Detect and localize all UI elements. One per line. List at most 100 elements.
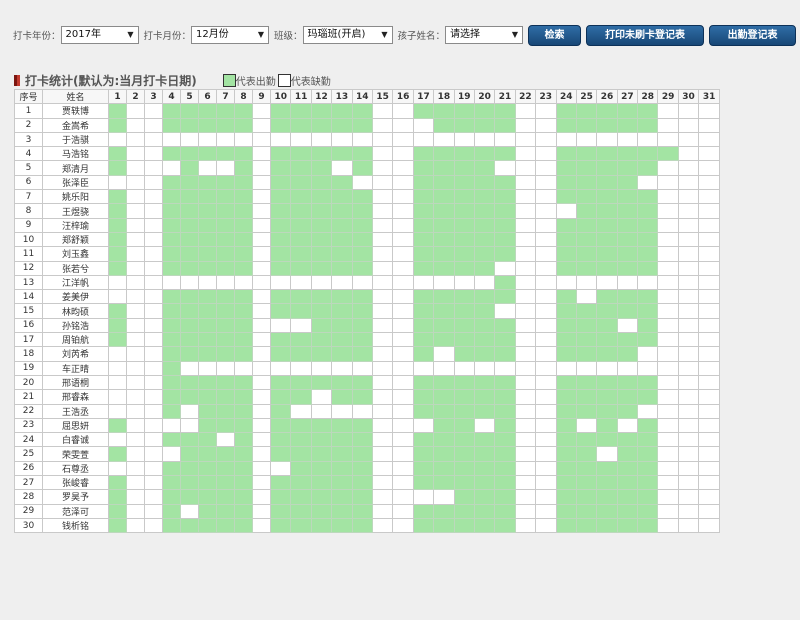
attendance-cell-present (180, 332, 200, 348)
attendance-cell-present (234, 432, 254, 448)
attendance-cell-present (310, 117, 333, 133)
attendance-cell-present (412, 446, 435, 462)
attendance-cell-absent (514, 317, 537, 334)
attendance-cell-absent (252, 460, 272, 477)
attendance-cell-absent (392, 217, 414, 233)
search-button[interactable]: 检索 (528, 24, 582, 46)
attendance-cell-present (453, 503, 475, 519)
attendance-cell-present (575, 217, 598, 233)
attendance-cell-absent (677, 374, 700, 391)
attendance-cell-present (310, 146, 333, 162)
attendance-cell-present (198, 446, 218, 462)
attendance-cell-absent (514, 189, 537, 205)
attendance-cell-present (494, 189, 516, 205)
attendance-cell-present (180, 517, 200, 534)
attendance-cell-absent (514, 260, 537, 276)
day-header: 18 (433, 88, 455, 105)
attendance-cell-absent (433, 274, 455, 291)
attendance-cell-absent (473, 131, 496, 148)
attendance-cell-absent (392, 503, 414, 519)
attendance-cell-present (198, 231, 218, 248)
header-name: 姓名 (42, 88, 110, 105)
attendance-cell-present (198, 517, 218, 534)
child-select[interactable]: 请选择 ▼ (445, 26, 524, 44)
attendance-cell-present (180, 231, 200, 248)
attendance-cell-absent (144, 146, 164, 162)
day-header: 16 (392, 88, 414, 105)
attendance-cell-present (494, 489, 516, 505)
attendance-cell-absent (677, 346, 700, 362)
attendance-cell-absent (351, 360, 374, 376)
attendance-cell-present (216, 217, 236, 233)
print-unswiped-button[interactable]: 打印未刷卡登记表 (586, 24, 705, 46)
attendance-register-button[interactable]: 出勤登记表 (709, 24, 797, 46)
attendance-cell-absent (677, 503, 700, 519)
attendance-cell-present (473, 174, 496, 191)
month-select[interactable]: 12月份 ▼ (191, 26, 270, 44)
attendance-cell-absent (677, 103, 700, 119)
attendance-cell-absent (698, 432, 720, 448)
attendance-cell-present (290, 203, 312, 219)
attendance-cell-absent (657, 446, 679, 462)
attendance-cell-present (575, 517, 598, 534)
attendance-cell-present (453, 317, 475, 334)
attendance-cell-absent (698, 346, 720, 362)
attendance-cell-present (473, 203, 496, 219)
attendance-cell-present (494, 517, 516, 534)
attendance-cell-present (180, 217, 200, 233)
attendance-cell-present (108, 246, 128, 262)
row-index: 7 (13, 189, 44, 205)
attendance-cell-present (637, 432, 659, 448)
attendance-cell-absent (535, 160, 557, 176)
attendance-cell-absent (371, 360, 394, 376)
attendance-cell-present (473, 489, 496, 505)
month-label: 打卡月份： (143, 31, 192, 42)
attendance-cell-present (494, 246, 516, 262)
attendance-cell-absent (677, 303, 700, 319)
attendance-cell-present (453, 146, 475, 162)
attendance-cell-absent (180, 131, 200, 148)
attendance-cell-absent (514, 103, 537, 119)
attendance-cell-present (616, 217, 639, 233)
attendance-cell-absent (575, 417, 598, 434)
year-select[interactable]: 2017年 ▼ (60, 26, 139, 44)
table-row: 29 范泽可 (13, 503, 720, 519)
attendance-cell-absent (677, 332, 700, 348)
attendance-cell-present (270, 160, 292, 176)
attendance-cell-absent (698, 303, 720, 319)
attendance-cell-absent (535, 489, 557, 505)
attendance-cell-present (453, 303, 475, 319)
attendance-cell-present (234, 231, 254, 248)
attendance-cell-present (657, 146, 679, 162)
attendance-cell-absent (144, 117, 164, 133)
attendance-cell-present (216, 117, 236, 133)
attendance-cell-present (453, 217, 475, 233)
attendance-cell-present (331, 475, 353, 491)
attendance-cell-present (596, 460, 618, 477)
attendance-cell-present (162, 489, 182, 505)
attendance-cell-absent (698, 503, 720, 519)
attendance-cell-present (108, 160, 128, 176)
attendance-cell-absent (252, 503, 272, 519)
student-name: 荣雯萱 (42, 446, 110, 462)
attendance-cell-absent (677, 417, 700, 434)
class-select[interactable]: 玛瑙班(开启) ▼ (302, 26, 393, 44)
attendance-cell-present (270, 231, 292, 248)
attendance-cell-absent (535, 174, 557, 191)
attendance-cell-present (331, 203, 353, 219)
attendance-cell-present (290, 432, 312, 448)
attendance-cell-present (270, 260, 292, 276)
attendance-cell-present (310, 103, 333, 119)
attendance-cell-present (198, 403, 218, 419)
attendance-cell-present (616, 189, 639, 205)
attendance-cell-present (310, 289, 333, 305)
attendance-cell-absent (514, 389, 537, 405)
attendance-cell-absent (392, 517, 414, 534)
attendance-cell-present (637, 103, 659, 119)
attendance-cell-absent (371, 417, 394, 434)
attendance-cell-present (351, 217, 374, 233)
attendance-cell-absent (126, 417, 146, 434)
day-header: 21 (494, 88, 516, 105)
attendance-cell-absent (371, 432, 394, 448)
attendance-cell-present (616, 260, 639, 276)
